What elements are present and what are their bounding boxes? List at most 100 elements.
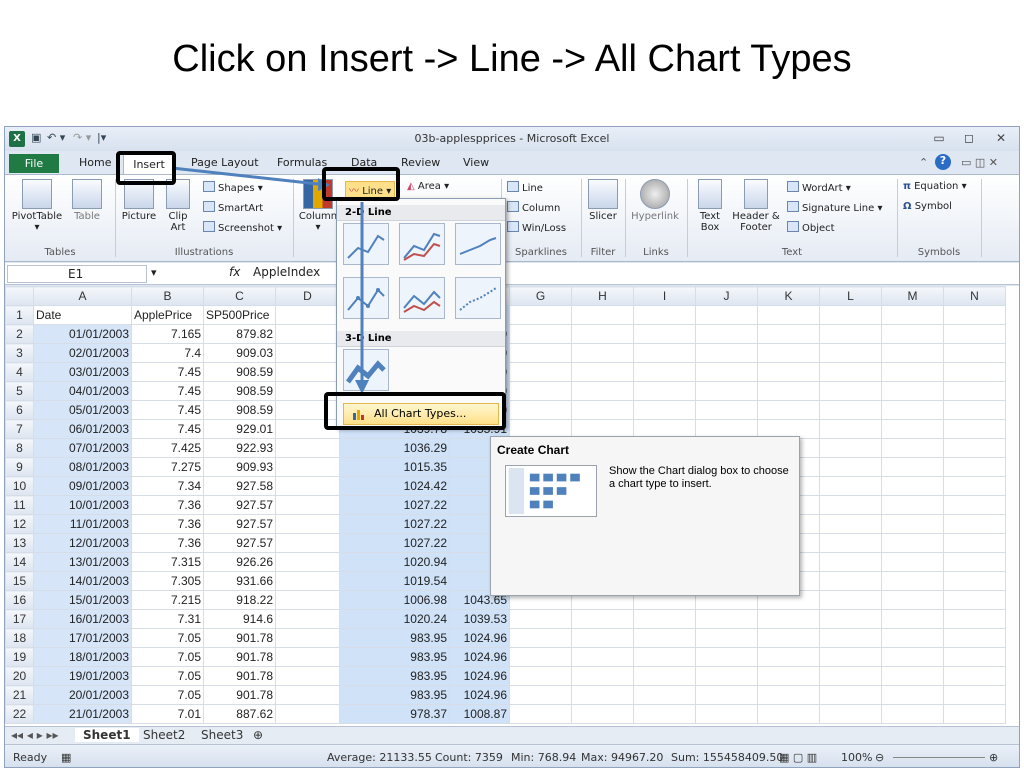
sheet-tab-1[interactable]: Sheet1 xyxy=(75,728,139,742)
row-header[interactable]: 10 xyxy=(5,476,34,496)
cell[interactable] xyxy=(943,628,1006,648)
cell[interactable] xyxy=(509,609,572,629)
cell[interactable]: 09/01/2003 xyxy=(33,476,132,496)
cell[interactable]: 7.36 xyxy=(131,533,204,553)
cell[interactable] xyxy=(695,324,758,344)
cell[interactable] xyxy=(881,514,944,534)
cell[interactable]: 1027.22 xyxy=(339,514,450,534)
cell[interactable] xyxy=(881,666,944,686)
cell[interactable]: 978.37 xyxy=(339,704,450,724)
cell[interactable]: 908.59 xyxy=(203,381,276,401)
cell[interactable] xyxy=(695,381,758,401)
cell[interactable] xyxy=(571,666,634,686)
cell[interactable]: Date xyxy=(33,305,132,325)
cell[interactable]: 918.22 xyxy=(203,590,276,610)
row-header[interactable]: 14 xyxy=(5,552,34,572)
cell[interactable] xyxy=(943,381,1006,401)
tab-file[interactable]: File xyxy=(9,154,59,173)
page-view-icons[interactable]: ▦ ▢ ▥ xyxy=(779,751,817,764)
row-header[interactable]: 21 xyxy=(5,685,34,705)
cell[interactable] xyxy=(757,305,820,325)
cell[interactable]: 05/01/2003 xyxy=(33,400,132,420)
cell[interactable]: 901.78 xyxy=(203,628,276,648)
cell[interactable]: SP500Price xyxy=(203,305,276,325)
cell[interactable]: 7.05 xyxy=(131,647,204,667)
cell[interactable] xyxy=(943,666,1006,686)
cell[interactable] xyxy=(819,305,882,325)
cell[interactable]: 908.59 xyxy=(203,362,276,382)
row-header[interactable]: 9 xyxy=(5,457,34,477)
cell[interactable] xyxy=(943,495,1006,515)
table-row[interactable]: 19 18/01/2003 7.05 901.78 983.95 1024.96 xyxy=(5,647,1006,667)
tab-review[interactable]: Review xyxy=(401,156,440,169)
cell[interactable]: 7.45 xyxy=(131,362,204,382)
cell[interactable] xyxy=(943,476,1006,496)
row-header[interactable]: 20 xyxy=(5,666,34,686)
cell[interactable]: 983.95 xyxy=(339,685,450,705)
cell[interactable]: 08/01/2003 xyxy=(33,457,132,477)
cell[interactable]: 7.01 xyxy=(131,704,204,724)
cell[interactable] xyxy=(881,400,944,420)
cell[interactable]: 1024.96 xyxy=(449,647,510,667)
cell[interactable]: 909.03 xyxy=(203,343,276,363)
zoom-in-icon[interactable]: ⊕ xyxy=(989,751,998,764)
cell[interactable] xyxy=(819,609,882,629)
cell[interactable] xyxy=(275,438,340,458)
select-all-corner[interactable] xyxy=(5,286,34,306)
cell[interactable]: 01/01/2003 xyxy=(33,324,132,344)
cell[interactable] xyxy=(881,685,944,705)
object-button[interactable]: Object xyxy=(787,221,835,234)
cell[interactable]: 1020.24 xyxy=(339,609,450,629)
name-box-dropdown-icon[interactable]: ▾ xyxy=(151,266,157,279)
cell[interactable] xyxy=(509,685,572,705)
column-header[interactable]: M xyxy=(881,286,944,306)
cell[interactable] xyxy=(695,685,758,705)
column-header[interactable]: J xyxy=(695,286,758,306)
cell[interactable] xyxy=(509,400,572,420)
cell[interactable]: 1015.35 xyxy=(339,457,450,477)
cell[interactable]: 7.36 xyxy=(131,495,204,515)
cell[interactable] xyxy=(943,400,1006,420)
cell[interactable]: 7.4 xyxy=(131,343,204,363)
cell[interactable] xyxy=(695,400,758,420)
cell[interactable]: 901.78 xyxy=(203,666,276,686)
cell[interactable]: 7.05 xyxy=(131,666,204,686)
cell[interactable] xyxy=(275,552,340,572)
formula-input[interactable]: AppleIndex xyxy=(253,265,320,279)
cell[interactable]: 909.93 xyxy=(203,457,276,477)
clip-art-button[interactable]: Clip Art xyxy=(161,179,195,233)
cell[interactable] xyxy=(819,495,882,515)
cell[interactable] xyxy=(943,685,1006,705)
cell[interactable]: 1008.87 xyxy=(449,704,510,724)
cell[interactable] xyxy=(757,685,820,705)
row-header[interactable]: 7 xyxy=(5,419,34,439)
cell[interactable]: 7.36 xyxy=(131,514,204,534)
cell[interactable] xyxy=(275,514,340,534)
cell[interactable]: 19/01/2003 xyxy=(33,666,132,686)
cell[interactable]: 1024.96 xyxy=(449,666,510,686)
cell[interactable] xyxy=(509,704,572,724)
tab-home[interactable]: Home xyxy=(79,156,111,169)
cell[interactable]: 901.78 xyxy=(203,647,276,667)
cell[interactable] xyxy=(757,628,820,648)
cell[interactable]: 1024.96 xyxy=(449,685,510,705)
cell[interactable]: 7.165 xyxy=(131,324,204,344)
cell[interactable] xyxy=(881,476,944,496)
column-header[interactable]: B xyxy=(131,286,204,306)
row-header[interactable]: 11 xyxy=(5,495,34,515)
cell[interactable] xyxy=(509,666,572,686)
column-header[interactable]: L xyxy=(819,286,882,306)
cell[interactable] xyxy=(943,419,1006,439)
cell[interactable] xyxy=(275,457,340,477)
cell[interactable]: 7.34 xyxy=(131,476,204,496)
cell[interactable] xyxy=(943,457,1006,477)
cell[interactable]: 983.95 xyxy=(339,647,450,667)
cell[interactable]: 929.01 xyxy=(203,419,276,439)
cell[interactable] xyxy=(695,647,758,667)
cell[interactable] xyxy=(881,457,944,477)
cell[interactable]: 887.62 xyxy=(203,704,276,724)
line-thumb-3[interactable] xyxy=(455,223,501,265)
cell[interactable] xyxy=(633,305,696,325)
cell[interactable] xyxy=(571,704,634,724)
cell[interactable] xyxy=(881,381,944,401)
